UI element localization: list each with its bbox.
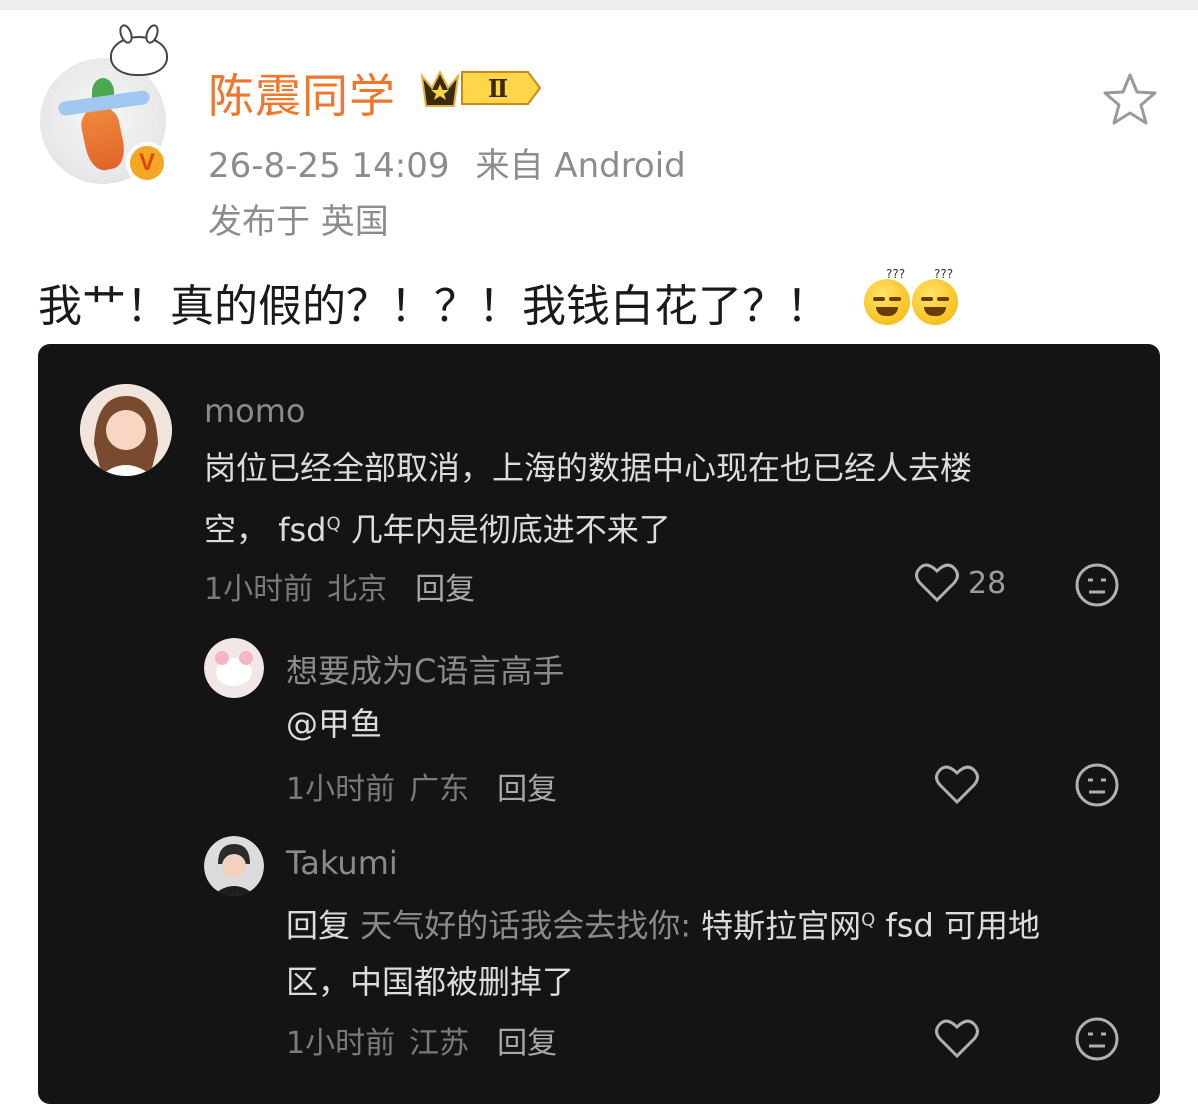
comment-text: 岗位已经全部取消，上海的数据中心现在也已经人去楼 空， fsdQ 几年内是彻底进…: [204, 449, 973, 549]
heart-icon[interactable]: [934, 1018, 980, 1060]
comment-avatar: [204, 836, 264, 896]
reply-button[interactable]: 回复: [497, 1018, 557, 1062]
favorite-star-icon[interactable]: [1102, 72, 1158, 126]
username[interactable]: 陈震同学: [208, 60, 396, 126]
post-timestamp: 26-8-25 14:09: [208, 146, 450, 186]
heart-icon: [915, 563, 959, 603]
reply-button[interactable]: 回复: [415, 564, 475, 608]
dislike-face-icon[interactable]: [1074, 1016, 1120, 1062]
reply-button[interactable]: 回复: [497, 764, 557, 808]
vip-level: Ⅱ: [488, 74, 508, 103]
comment-author[interactable]: 想要成为C语言高手: [286, 646, 564, 692]
comment-text: @甲鱼: [286, 705, 383, 743]
search-icon: Q: [861, 909, 876, 930]
comment-author[interactable]: momo: [204, 392, 306, 430]
heart-icon[interactable]: [934, 764, 980, 806]
like-count: 28: [968, 565, 1007, 601]
comment-avatar: [204, 638, 264, 698]
top-divider: [0, 0, 1198, 10]
smirk-face-emoji: ???: [864, 267, 910, 325]
post-source: 来自 Android: [475, 146, 686, 186]
dislike-face-icon[interactable]: [1074, 562, 1120, 608]
like-button[interactable]: 28: [914, 562, 1006, 604]
user-avatar[interactable]: V: [40, 22, 168, 184]
comment-meta: 1小时前 北京 回复: [204, 564, 475, 608]
verified-badge-icon: V: [126, 142, 168, 184]
comment-avatar: [80, 384, 172, 476]
fsd-link[interactable]: fsdQ: [278, 511, 340, 549]
comment-text: 回复 天气好的话我会去找你: 特斯拉官网Q fsd 可用地 区，中国都被删掉了: [286, 906, 1040, 1001]
post-body: 我艹！真的假的？！？！我钱白花了？！ ??? ???: [38, 267, 958, 334]
comment-meta: 1小时前 广东 回复: [286, 764, 557, 808]
embedded-comment-screenshot[interactable]: momo 岗位已经全部取消，上海的数据中心现在也已经人去楼 空， fsdQ 几年…: [38, 344, 1160, 1104]
post-text: 我艹！真的假的？！？！我钱白花了？！: [38, 281, 830, 332]
bunny-icon: [110, 22, 168, 76]
dislike-face-icon[interactable]: [1074, 762, 1120, 808]
comment-author[interactable]: Takumi: [286, 844, 398, 882]
vip-crown-badge-icon[interactable]: Ⅱ: [418, 64, 544, 112]
tesla-link[interactable]: 特斯拉官网Q: [701, 907, 875, 945]
comment-meta: 1小时前 江苏 回复: [286, 1018, 557, 1062]
smirk-face-emoji: ???: [912, 267, 958, 325]
carrot-shape: [77, 102, 129, 174]
search-icon: Q: [326, 513, 341, 534]
post-location: 发布于 英国: [208, 202, 389, 242]
post-meta: 26-8-25 14:09 来自 Android: [208, 138, 686, 187]
emoji-group: ??? ???: [864, 267, 958, 325]
